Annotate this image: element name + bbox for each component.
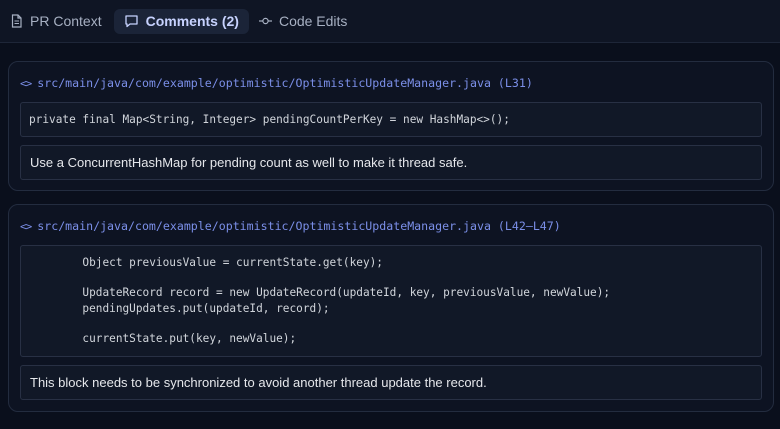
file-path: src/main/java/com/example/optimistic/Opt… — [37, 219, 561, 233]
tab-label: Code Edits — [278, 13, 348, 29]
tab-label: Comments (2) — [145, 13, 239, 29]
file-reference-link[interactable]: <> src/main/java/com/example/optimistic/… — [20, 72, 762, 94]
tab-comments[interactable]: Comments (2) — [113, 8, 249, 34]
tab-pr-context[interactable]: PR Context — [8, 9, 112, 34]
comment-text: Use a ConcurrentHashMap for pending coun… — [20, 145, 762, 181]
code-snippet: Object previousValue = currentState.get(… — [20, 245, 762, 358]
comments-panel: <> src/main/java/com/example/optimistic/… — [0, 43, 780, 412]
comment-icon — [124, 15, 138, 28]
tab-code-edits[interactable]: Code Edits — [251, 9, 357, 34]
document-icon — [11, 14, 22, 28]
tab-label: PR Context — [30, 13, 102, 29]
file-reference-link[interactable]: <> src/main/java/com/example/optimistic/… — [20, 215, 762, 237]
commit-icon — [258, 17, 272, 25]
code-snippet: private final Map<String, Integer> pendi… — [20, 102, 762, 138]
comment-card: <> src/main/java/com/example/optimistic/… — [8, 61, 774, 191]
comment-text: This block needs to be synchronized to a… — [20, 365, 762, 401]
comment-card: <> src/main/java/com/example/optimistic/… — [8, 204, 774, 412]
tab-bar: PR Context Comments (2) Code Edits — [0, 0, 780, 43]
file-path: src/main/java/com/example/optimistic/Opt… — [37, 76, 533, 90]
code-icon: <> — [20, 219, 32, 233]
code-icon: <> — [20, 76, 32, 90]
